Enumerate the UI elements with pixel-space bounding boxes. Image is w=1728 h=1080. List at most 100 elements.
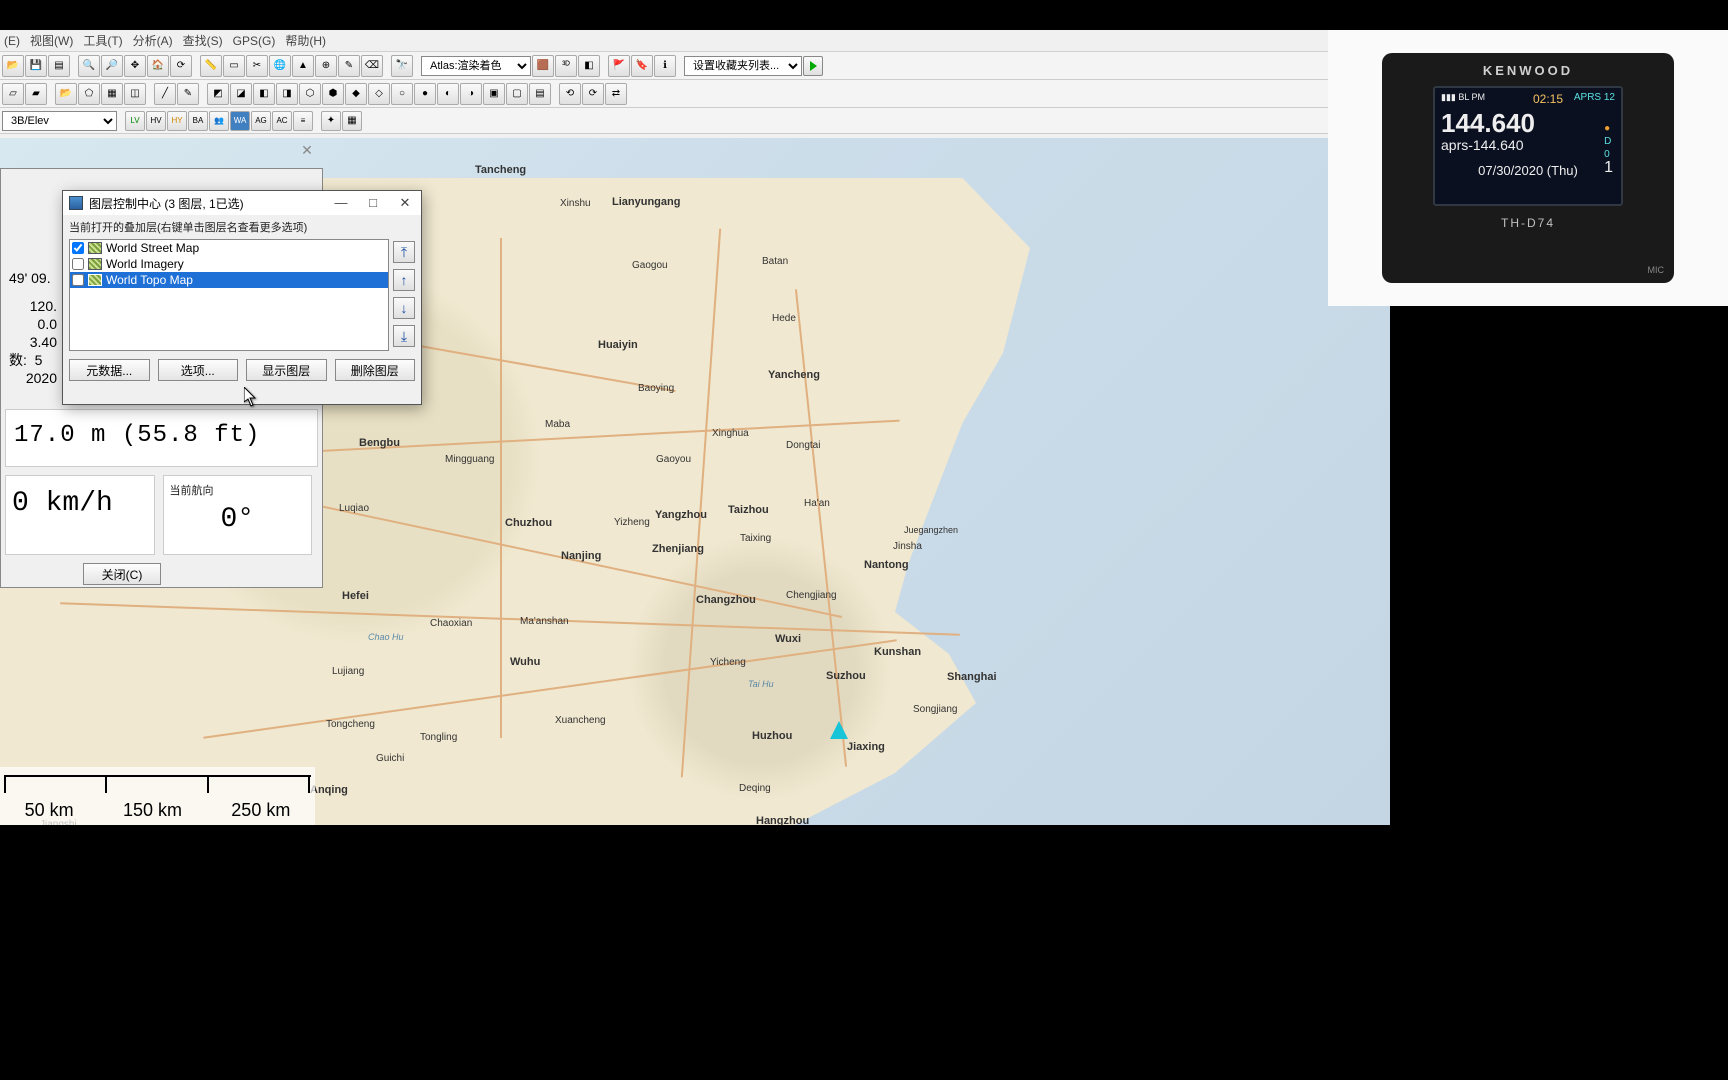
tool-zoomout-icon[interactable]: 🔎 xyxy=(101,55,123,77)
tool2-f-icon[interactable]: ⬢ xyxy=(322,83,344,105)
tool-zoomin-icon[interactable]: 🔍 xyxy=(78,55,100,77)
tool-measure-icon[interactable]: 📏 xyxy=(200,55,222,77)
tool-3d-icon[interactable]: ▲ xyxy=(292,55,314,77)
minimize-icon[interactable]: — xyxy=(331,195,351,211)
tool2-b-icon[interactable]: ◪ xyxy=(230,83,252,105)
elev-dropdown[interactable]: 3B/Elev xyxy=(2,111,117,131)
tool3-palette-icon[interactable]: ▦ xyxy=(342,111,362,131)
tool2-m-icon[interactable]: ▣ xyxy=(483,83,505,105)
tool2-k-icon[interactable]: ◐ xyxy=(437,83,459,105)
tool-select-icon[interactable]: ▭ xyxy=(223,55,245,77)
tool2-r-icon[interactable]: ⇄ xyxy=(605,83,627,105)
tool2-n-icon[interactable]: ▢ xyxy=(506,83,528,105)
tool3-hv-icon[interactable]: HV xyxy=(146,111,166,131)
maximize-icon[interactable]: □ xyxy=(363,195,383,211)
layer-name: World Street Map xyxy=(106,241,199,255)
show-layer-button[interactable]: 显示图层 xyxy=(246,359,327,381)
delete-layer-button[interactable]: 删除图层 xyxy=(335,359,416,381)
tool2-open-icon[interactable]: 📂 xyxy=(55,83,77,105)
tool-flag-icon[interactable]: 🚩 xyxy=(608,55,630,77)
tool3-ba-icon[interactable]: BA xyxy=(188,111,208,131)
move-up-icon[interactable]: ↑ xyxy=(393,269,415,291)
layer-item-selected[interactable]: World Topo Map xyxy=(70,272,388,288)
panel-close-button[interactable]: 关闭(C) xyxy=(83,563,161,585)
tool2-edit-icon[interactable]: ✎ xyxy=(177,83,199,105)
city-label: Bengbu xyxy=(359,437,400,449)
tool3-p-icon[interactable]: 👥 xyxy=(209,111,229,131)
move-top-icon[interactable]: ⤒ xyxy=(393,241,415,263)
layer-list[interactable]: World Street Map World Imagery World Top… xyxy=(69,239,389,351)
tool-clip-icon[interactable]: ✂ xyxy=(246,55,268,77)
tool-bookmark-icon[interactable]: 🔖 xyxy=(631,55,653,77)
tool2-e-icon[interactable]: ⬡ xyxy=(299,83,321,105)
tool-compass-icon[interactable]: ⊕ xyxy=(315,55,337,77)
tool-layers-icon[interactable]: ▤ xyxy=(48,55,70,77)
tool2-grid-icon[interactable]: ▦ xyxy=(101,83,123,105)
tool2-l-icon[interactable]: ◑ xyxy=(460,83,482,105)
tool2-1-icon[interactable]: ▱ xyxy=(2,83,24,105)
tool2-j-icon[interactable]: ● xyxy=(414,83,436,105)
tool-pan-icon[interactable]: ✥ xyxy=(124,55,146,77)
tool2-d-icon[interactable]: ◨ xyxy=(276,83,298,105)
tool-shader3-icon[interactable]: ◧ xyxy=(578,55,600,77)
menu-tools[interactable]: 工具(T) xyxy=(83,32,122,49)
metadata-button[interactable]: 元数据... xyxy=(69,359,150,381)
tool-home-icon[interactable]: 🏠 xyxy=(147,55,169,77)
tool-shader2-icon[interactable]: ³ᴰ xyxy=(555,55,577,77)
tool-refresh-icon[interactable]: ⟳ xyxy=(170,55,192,77)
gps-marker-icon[interactable] xyxy=(830,721,848,743)
favorites-dropdown[interactable]: 设置收藏夹列表... xyxy=(684,56,802,76)
menu-find[interactable]: 查找(S) xyxy=(183,32,223,49)
tool-binoculars-icon[interactable]: 🔭 xyxy=(391,55,413,77)
tool3-ac-icon[interactable]: AC xyxy=(272,111,292,131)
tool2-poly-icon[interactable]: ⬠ xyxy=(78,83,100,105)
dialog-titlebar[interactable]: 图层控制中心 (3 图层, 1已选) — □ ✕ xyxy=(63,191,421,215)
tool-globe-icon[interactable]: 🌐 xyxy=(269,55,291,77)
menu-e[interactable]: (E) xyxy=(4,34,20,48)
layer-checkbox[interactable] xyxy=(72,274,84,286)
tool3-by-icon[interactable]: HY xyxy=(167,111,187,131)
tool2-p-icon[interactable]: ⟲ xyxy=(559,83,581,105)
move-bottom-icon[interactable]: ⤓ xyxy=(393,325,415,347)
tool3-sp-icon[interactable]: ≡ xyxy=(293,111,313,131)
tool2-q-icon[interactable]: ⟳ xyxy=(582,83,604,105)
layer-checkbox[interactable] xyxy=(72,242,84,254)
move-down-icon[interactable]: ↓ xyxy=(393,297,415,319)
layer-swatch-icon xyxy=(88,242,102,254)
tool2-i-icon[interactable]: ○ xyxy=(391,83,413,105)
city-label: Hefei xyxy=(342,590,369,602)
tool-open-icon[interactable]: 📂 xyxy=(2,55,24,77)
tool2-h-icon[interactable]: ◇ xyxy=(368,83,390,105)
tool-info-icon[interactable]: ℹ xyxy=(654,55,676,77)
menu-view[interactable]: 视图(W) xyxy=(30,32,73,49)
dialog-icon xyxy=(69,196,83,210)
tool2-raster-icon[interactable]: ◫ xyxy=(124,83,146,105)
tool-erase-icon[interactable]: ⌫ xyxy=(361,55,383,77)
panel-close-icon[interactable]: ✕ xyxy=(298,141,316,159)
tool2-2-icon[interactable]: ▰ xyxy=(25,83,47,105)
tool2-a-icon[interactable]: ◩ xyxy=(207,83,229,105)
tool3-wa-icon[interactable]: WA xyxy=(230,111,250,131)
menu-gps[interactable]: GPS(G) xyxy=(233,34,276,48)
tool3-target-icon[interactable]: ✦ xyxy=(321,111,341,131)
tool2-o-icon[interactable]: ▤ xyxy=(529,83,551,105)
tool2-g-icon[interactable]: ◆ xyxy=(345,83,367,105)
tool-save-icon[interactable]: 💾 xyxy=(25,55,47,77)
tool2-c-icon[interactable]: ◧ xyxy=(253,83,275,105)
close-icon[interactable]: ✕ xyxy=(395,195,415,211)
layer-checkbox[interactable] xyxy=(72,258,84,270)
city-label: Nanjing xyxy=(561,550,601,562)
shader-dropdown[interactable]: Atlas:渲染着色 xyxy=(421,56,531,76)
speed-box: 0 km/h xyxy=(5,475,155,555)
tool-draw-icon[interactable]: ✎ xyxy=(338,55,360,77)
layer-item[interactable]: World Street Map xyxy=(70,240,388,256)
tool2-line-icon[interactable]: ╱ xyxy=(154,83,176,105)
menu-help[interactable]: 帮助(H) xyxy=(285,32,326,49)
options-button[interactable]: 选项... xyxy=(158,359,239,381)
tool3-ag-icon[interactable]: AG xyxy=(251,111,271,131)
tool3-lv-icon[interactable]: LV xyxy=(125,111,145,131)
play-button-icon[interactable] xyxy=(803,56,823,76)
tool-shader1-icon[interactable]: 🟫 xyxy=(532,55,554,77)
menu-analyze[interactable]: 分析(A) xyxy=(133,32,173,49)
layer-item[interactable]: World Imagery xyxy=(70,256,388,272)
